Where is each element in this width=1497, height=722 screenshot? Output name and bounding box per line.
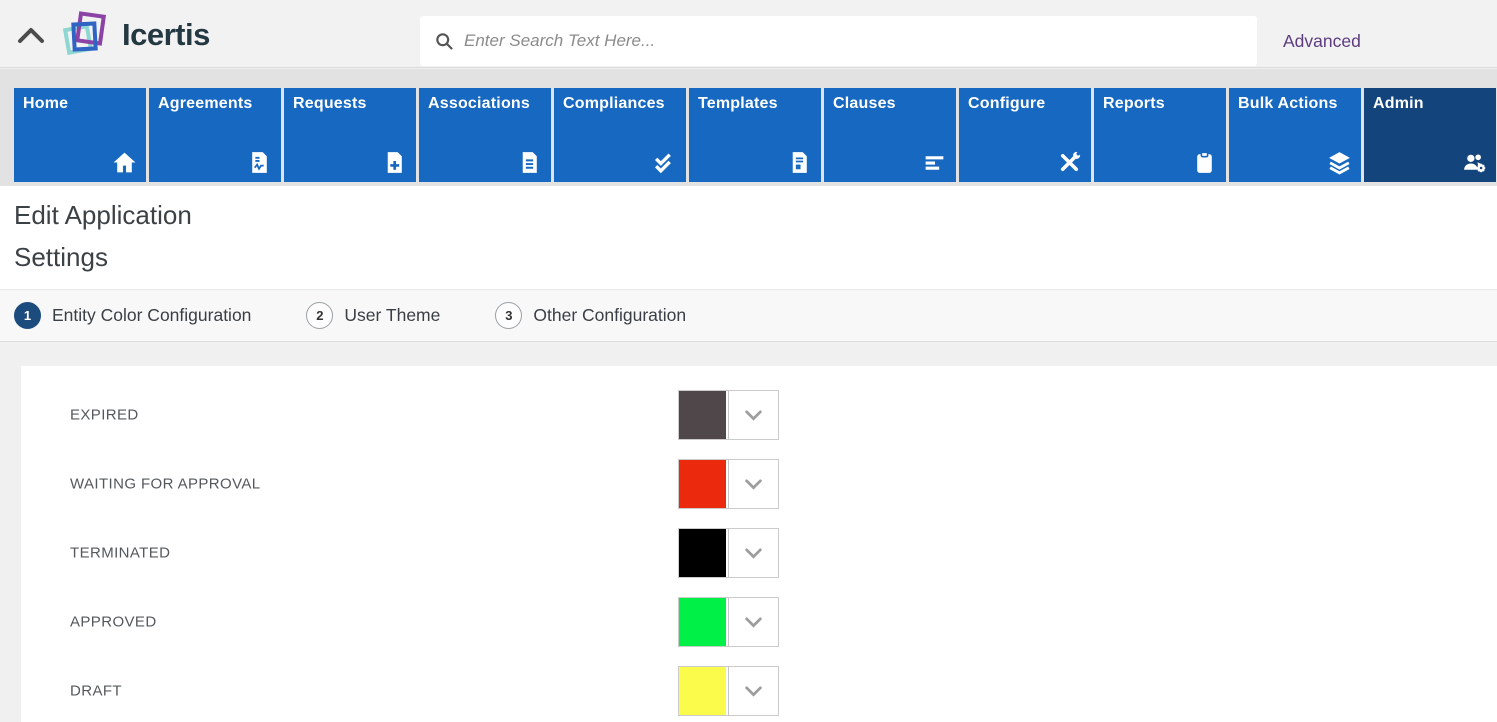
- top-bar: Icertis Advanced: [0, 0, 1497, 68]
- nav-tile-agreements[interactable]: Agreements: [149, 88, 281, 182]
- step-tab-other-configuration[interactable]: 3 Other Configuration: [495, 302, 686, 329]
- nav-tile-requests[interactable]: Requests: [284, 88, 416, 182]
- entity-color-row: EXPIRED: [21, 390, 1497, 440]
- step-number-badge: 3: [495, 302, 522, 329]
- nav-tile-label: Admin: [1364, 88, 1496, 113]
- chevron-down-icon: [729, 598, 778, 646]
- nav-tile-label: Templates: [689, 88, 821, 113]
- nav-tile-label: Compliances: [554, 88, 686, 113]
- search-input[interactable]: [464, 31, 1243, 51]
- document-lines-icon: [517, 150, 542, 175]
- step-tab-user-theme[interactable]: 2 User Theme: [306, 302, 440, 329]
- entity-color-row: DRAFT: [21, 666, 1497, 716]
- nav-tile-associations[interactable]: Associations: [419, 88, 551, 182]
- nav-tile-templates[interactable]: Templates: [689, 88, 821, 182]
- entity-status-label: WAITING FOR APPROVAL: [70, 476, 261, 493]
- icertis-logo: Icertis: [64, 10, 210, 60]
- advanced-search-link[interactable]: Advanced: [1283, 31, 1361, 52]
- document-add-icon: [382, 150, 407, 175]
- nav-tile-label: Configure: [959, 88, 1091, 113]
- nav-tile-label: Home: [14, 88, 146, 113]
- chevron-down-icon: [729, 667, 778, 715]
- logo-text: Icertis: [122, 17, 210, 53]
- nav-tile-compliances[interactable]: Compliances: [554, 88, 686, 182]
- nav-tile-label: Reports: [1094, 88, 1226, 113]
- color-swatch: [679, 598, 726, 646]
- color-dropdown-waiting-for-approval[interactable]: [678, 459, 779, 509]
- chevron-down-icon: [729, 391, 778, 439]
- nav-tile-admin[interactable]: Admin: [1364, 88, 1496, 182]
- entity-color-row: TERMINATED: [21, 528, 1497, 578]
- nav-tile-reports[interactable]: Reports: [1094, 88, 1226, 182]
- template-document-icon: [787, 150, 812, 175]
- step-tab-entity-color-configuration[interactable]: 1 Entity Color Configuration: [14, 302, 251, 329]
- main-navigation: HomeAgreementsRequestsAssociationsCompli…: [0, 69, 1497, 186]
- nav-tile-label: Associations: [419, 88, 551, 113]
- entity-status-label: TERMINATED: [70, 545, 170, 562]
- double-check-icon: [652, 150, 677, 175]
- color-swatch: [679, 391, 726, 439]
- entity-color-row: WAITING FOR APPROVAL: [21, 459, 1497, 509]
- color-swatch: [679, 460, 726, 508]
- step-label: User Theme: [344, 305, 440, 326]
- nav-tile-label: Bulk Actions: [1229, 88, 1361, 113]
- nav-tile-configure[interactable]: Configure: [959, 88, 1091, 182]
- nav-tile-label: Agreements: [149, 88, 281, 113]
- entity-status-label: EXPIRED: [70, 407, 139, 424]
- nav-tile-bulk-actions[interactable]: Bulk Actions: [1229, 88, 1361, 182]
- agreement-document-icon: [247, 150, 272, 175]
- clipboard-icon: [1192, 150, 1217, 175]
- icertis-logo-mark: [64, 10, 118, 60]
- color-swatch: [679, 667, 726, 715]
- entity-color-row: APPROVED: [21, 597, 1497, 647]
- step-number-badge: 2: [306, 302, 333, 329]
- nav-tile-label: Clauses: [824, 88, 956, 113]
- text-lines-icon: [922, 150, 947, 175]
- color-dropdown-draft[interactable]: [678, 666, 779, 716]
- step-number-badge: 1: [14, 302, 41, 329]
- step-label: Other Configuration: [533, 305, 686, 326]
- home-icon: [112, 150, 137, 175]
- layers-icon: [1327, 150, 1352, 175]
- nav-tile-label: Requests: [284, 88, 416, 113]
- step-label: Entity Color Configuration: [52, 305, 251, 326]
- chevron-down-icon: [729, 460, 778, 508]
- title-section: Edit Application Settings: [0, 186, 1497, 289]
- settings-stepper: 1 Entity Color Configuration 2 User Theme 3O…: [0, 289, 1497, 342]
- entity-status-label: DRAFT: [70, 683, 122, 700]
- entity-status-label: APPROVED: [70, 614, 157, 631]
- tools-icon: [1057, 150, 1082, 175]
- nav-tile-home[interactable]: Home: [14, 88, 146, 182]
- color-swatch: [679, 529, 726, 577]
- color-dropdown-approved[interactable]: [678, 597, 779, 647]
- search-icon: [434, 31, 454, 51]
- color-dropdown-terminated[interactable]: [678, 528, 779, 578]
- chevron-down-icon: [729, 529, 778, 577]
- page-title: Edit Application Settings: [14, 194, 264, 278]
- collapse-chevron-icon[interactable]: [16, 26, 46, 46]
- search-box: [420, 16, 1257, 66]
- users-gear-icon: [1462, 150, 1487, 175]
- entity-color-panel: EXPIRED WAITING FOR APPROVAL TERMINATED APP…: [21, 366, 1497, 722]
- color-dropdown-expired[interactable]: [678, 390, 779, 440]
- nav-tile-clauses[interactable]: Clauses: [824, 88, 956, 182]
